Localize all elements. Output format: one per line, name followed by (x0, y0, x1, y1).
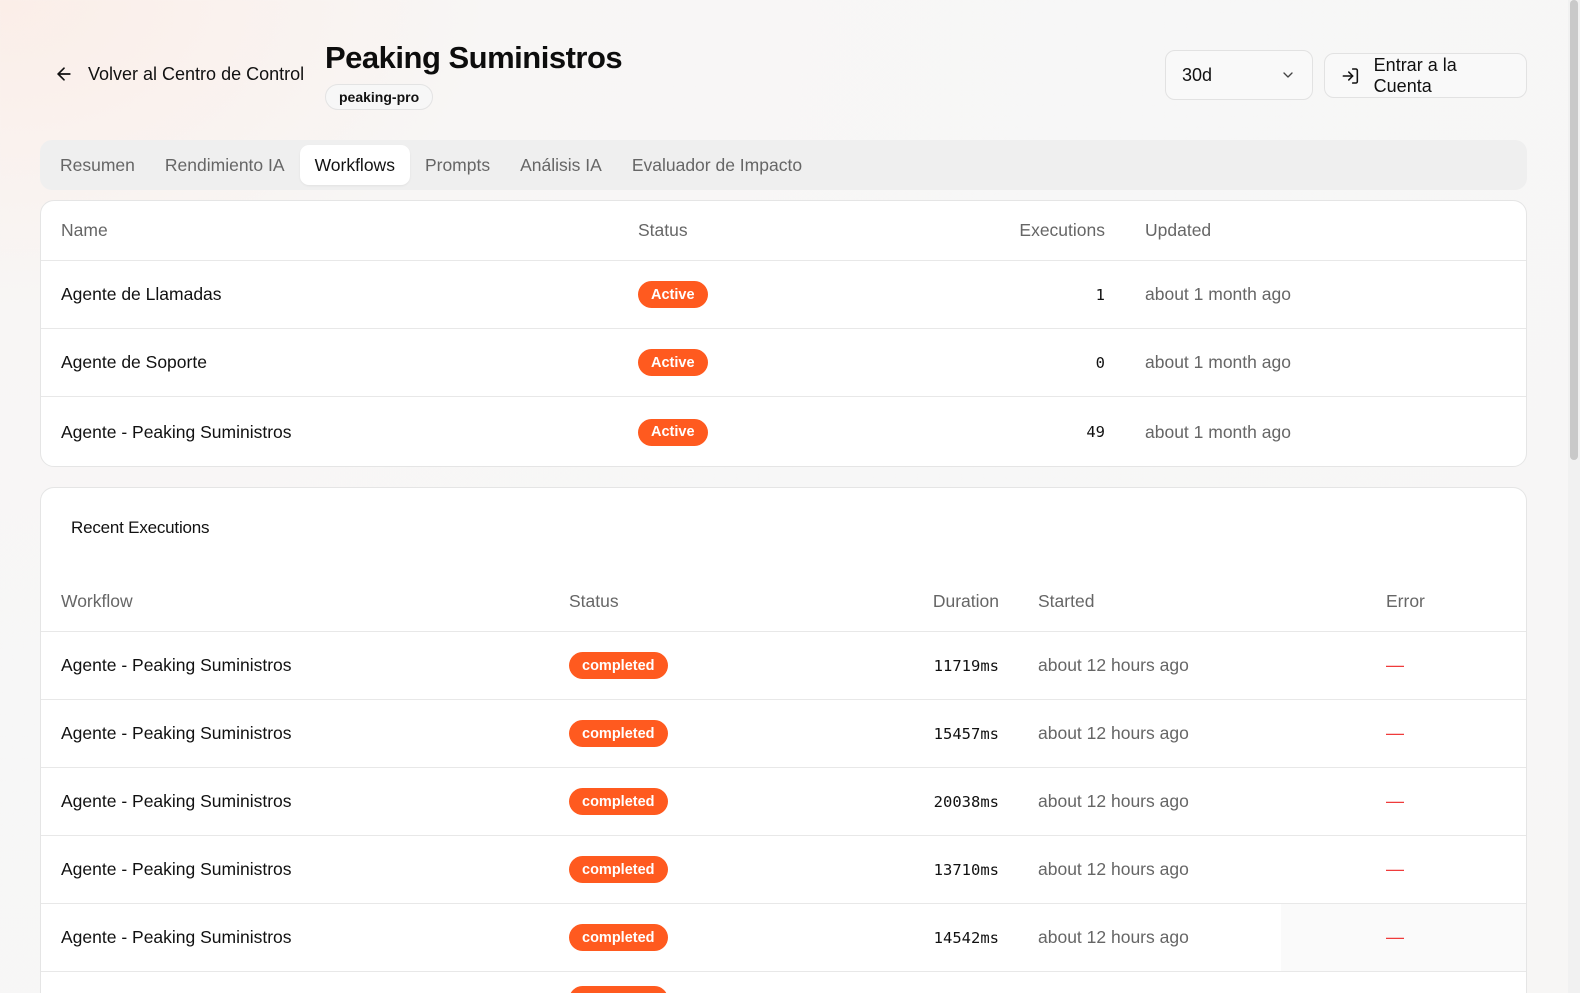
column-header-status[interactable]: Status (569, 572, 619, 631)
execution-error: — (1386, 791, 1404, 811)
table-row[interactable]: Agente - Peaking Suministros completed 1… (41, 904, 1526, 972)
tab-rendimiento-ia[interactable]: Rendimiento IA (150, 145, 300, 185)
back-link-label: Volver al Centro de Control (88, 63, 305, 84)
account-slug-badge: peaking-pro (325, 84, 434, 110)
status-badge: completed (569, 986, 668, 993)
tab-resumen[interactable]: Resumen (45, 145, 150, 185)
status-badge: Active (638, 349, 708, 376)
execution-started: about 12 hours ago (1038, 791, 1189, 811)
table-row[interactable]: Agente de Llamadas Active 1 about 1 mont… (41, 261, 1526, 329)
workflow-name: Agente de Llamadas (61, 284, 222, 304)
page-title: Peaking Suministros (325, 40, 623, 75)
recent-executions-title: Recent Executions (71, 518, 210, 537)
table-row[interactable]: Agente - Peaking Suministros Active 49 a… (41, 397, 1526, 466)
column-header-started[interactable]: Started (1038, 572, 1094, 631)
updated-time: about 1 month ago (1145, 421, 1291, 442)
execution-duration: 15457ms (933, 724, 999, 743)
execution-workflow: Agente - Peaking Suministros (61, 859, 292, 879)
execution-workflow: Agente - Peaking Suministros (61, 791, 292, 811)
table-row[interactable]: Agente de Soporte Active 0 about 1 month… (41, 329, 1526, 397)
column-header-error[interactable]: Error (1386, 572, 1425, 631)
tab-prompts[interactable]: Prompts (410, 145, 505, 185)
column-header-updated[interactable]: Updated (1145, 201, 1211, 260)
execution-started: about 12 hours ago (1038, 723, 1189, 743)
scrollbar[interactable] (1568, 0, 1580, 993)
column-header-duration[interactable]: Duration (881, 572, 999, 631)
time-range-value: 30d (1182, 64, 1213, 85)
status-badge: Active (638, 418, 708, 446)
tab-evaluador-de-impacto[interactable]: Evaluador de Impacto (617, 145, 817, 185)
column-header-name[interactable]: Name (61, 201, 108, 260)
workflows-table: Name Status Executions Updated Agente de… (40, 200, 1527, 467)
workflow-name: Agente de Soporte (61, 352, 207, 372)
log-in-icon (1342, 67, 1359, 84)
execution-duration: 20038ms (933, 792, 999, 811)
execution-error: — (1386, 859, 1404, 879)
title-block: Peaking Suministros peaking-pro (325, 40, 623, 110)
column-header-workflow[interactable]: Workflow (61, 572, 133, 631)
column-header-executions[interactable]: Executions (941, 201, 1105, 260)
tab-bar: Resumen Rendimiento IA Workflows Prompts… (40, 140, 1527, 190)
execution-error: — (1386, 927, 1404, 947)
execution-duration: 13710ms (933, 860, 999, 879)
recent-executions-card: Recent Executions Workflow Status Durati… (40, 487, 1527, 993)
enter-account-button[interactable]: Entrar a la Cuenta (1324, 53, 1527, 98)
table-header-row: Name Status Executions Updated (41, 201, 1526, 261)
workflow-name: Agente - Peaking Suministros (61, 421, 292, 442)
status-badge: completed (569, 788, 668, 815)
back-to-control-center-link[interactable]: Volver al Centro de Control (54, 60, 304, 88)
execution-error: — (1386, 655, 1404, 675)
executions-count: 0 (1095, 353, 1105, 372)
updated-time: about 1 month ago (1145, 352, 1291, 372)
status-badge: completed (569, 720, 668, 747)
execution-workflow: Agente - Peaking Suministros (61, 723, 292, 743)
table-row[interactable]: Agente - Peaking Suministros completed 1… (41, 836, 1526, 904)
table-header-row: Workflow Status Duration Started Error (41, 572, 1526, 632)
execution-started: about 12 hours ago (1038, 859, 1189, 879)
status-badge: completed (569, 924, 668, 951)
status-badge: completed (569, 856, 668, 883)
tab-workflows[interactable]: Workflows (299, 145, 410, 185)
row-hover-cell (1281, 904, 1526, 971)
status-badge: completed (569, 652, 668, 679)
table-row[interactable]: completed (41, 972, 1526, 993)
executions-count: 1 (1095, 285, 1105, 304)
execution-error: — (1386, 723, 1404, 743)
updated-time: about 1 month ago (1145, 284, 1291, 304)
column-header-status[interactable]: Status (638, 201, 688, 260)
execution-started: about 12 hours ago (1038, 927, 1189, 947)
execution-workflow: Agente - Peaking Suministros (61, 655, 292, 675)
page-header: Volver al Centro de Control Peaking Sumi… (0, 0, 1560, 130)
execution-workflow: Agente - Peaking Suministros (61, 927, 292, 947)
enter-account-label: Entrar a la Cuenta (1373, 54, 1457, 96)
execution-started: about 12 hours ago (1038, 655, 1189, 675)
executions-count: 49 (1086, 423, 1105, 441)
table-row[interactable]: Agente - Peaking Suministros completed 1… (41, 632, 1526, 700)
execution-duration: 11719ms (933, 656, 999, 675)
status-badge: Active (638, 281, 708, 308)
table-row[interactable]: Agente - Peaking Suministros completed 2… (41, 768, 1526, 836)
scrollbar-thumb[interactable] (1570, 0, 1578, 460)
time-range-select[interactable]: 30d (1165, 50, 1313, 100)
execution-duration: 14542ms (933, 928, 999, 947)
arrow-left-icon (57, 67, 71, 81)
chevron-down-icon (1283, 72, 1293, 78)
table-row[interactable]: Agente - Peaking Suministros completed 1… (41, 700, 1526, 768)
tab-analisis-ia[interactable]: Análisis IA (505, 145, 617, 185)
